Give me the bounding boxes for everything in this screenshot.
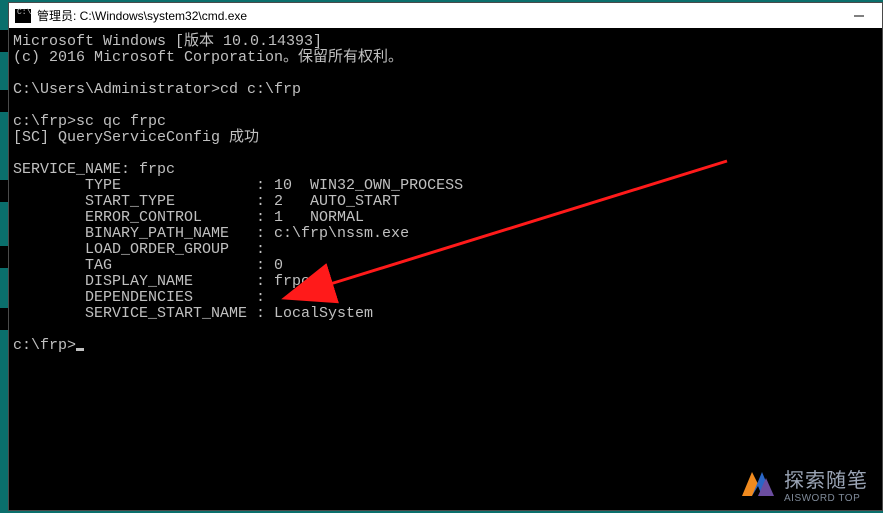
prompt-line: C:\Users\Administrator>cd c:\frp — [13, 81, 301, 98]
window-title: 管理员: C:\Windows\system32\cmd.exe — [37, 7, 247, 24]
watermark-text: 探索随笔 — [784, 464, 868, 493]
watermark: 探索随笔 AISWORD TOP — [738, 464, 868, 504]
out-line: ERROR_CONTROL : 1 NORMAL — [13, 209, 364, 226]
out-line: START_TYPE : 2 AUTO_START — [13, 193, 400, 210]
window-controls — [836, 3, 882, 28]
out-line: TYPE : 10 WIN32_OWN_PROCESS — [13, 177, 463, 194]
prompt-line: c:\frp> — [13, 337, 76, 354]
out-line: LOAD_ORDER_GROUP : — [13, 241, 265, 258]
cmd-icon — [15, 9, 31, 23]
out-line: [SC] QueryServiceConfig 成功 — [13, 129, 259, 146]
minimize-icon — [854, 11, 864, 21]
cmd-window: 管理员: C:\Windows\system32\cmd.exe Microso… — [8, 2, 883, 511]
out-line: TAG : 0 — [13, 257, 283, 274]
out-line: SERVICE_NAME: frpc — [13, 161, 175, 178]
watermark-text-block: 探索随笔 AISWORD TOP — [784, 464, 868, 504]
minimize-button[interactable] — [836, 3, 882, 28]
cursor — [76, 348, 84, 351]
background-stripe — [0, 0, 8, 513]
out-line: SERVICE_START_NAME : LocalSystem — [13, 305, 373, 322]
watermark-subtext: AISWORD TOP — [784, 493, 868, 504]
out-line: Microsoft Windows [版本 10.0.14393] — [13, 33, 322, 50]
titlebar[interactable]: 管理员: C:\Windows\system32\cmd.exe — [9, 3, 882, 29]
watermark-logo-icon — [738, 466, 778, 502]
terminal-output[interactable]: Microsoft Windows [版本 10.0.14393] (c) 20… — [9, 28, 882, 510]
out-line: BINARY_PATH_NAME : c:\frp\nssm.exe — [13, 225, 409, 242]
prompt-line: c:\frp>sc qc frpc — [13, 113, 166, 130]
out-line: (c) 2016 Microsoft Corporation。保留所有权利。 — [13, 49, 403, 66]
out-line: DISPLAY_NAME : frpc — [13, 273, 310, 290]
out-line: DEPENDENCIES : — [13, 289, 265, 306]
